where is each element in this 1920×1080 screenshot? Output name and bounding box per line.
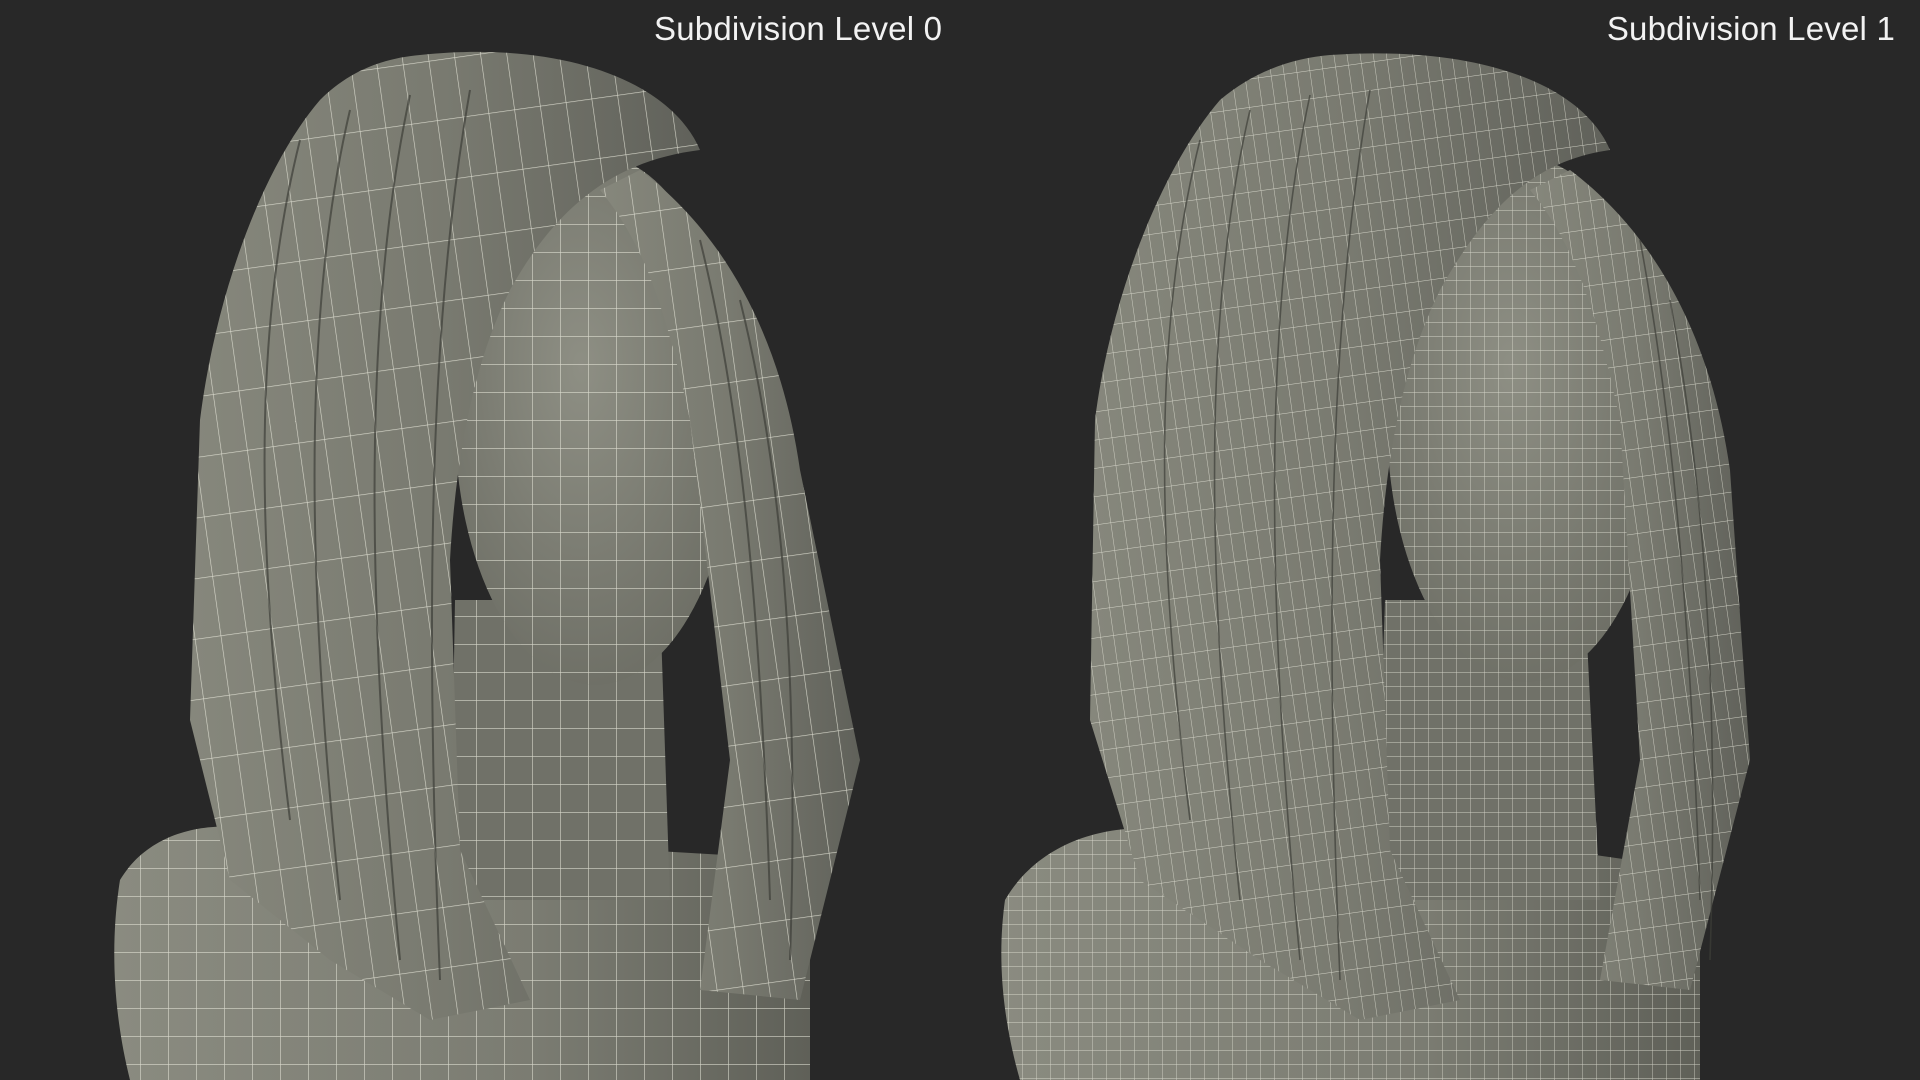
model-level-1	[1001, 53, 1750, 1080]
subdivision-level-0-label: Subdivision Level 0	[654, 10, 943, 47]
model-level-0	[114, 51, 860, 1080]
render-viewport: Subdivision Level 0 Subdivision Level 1	[0, 0, 1920, 1080]
render-canvas	[114, 51, 1750, 1080]
subdivision-level-1-label: Subdivision Level 1	[1606, 10, 1895, 47]
